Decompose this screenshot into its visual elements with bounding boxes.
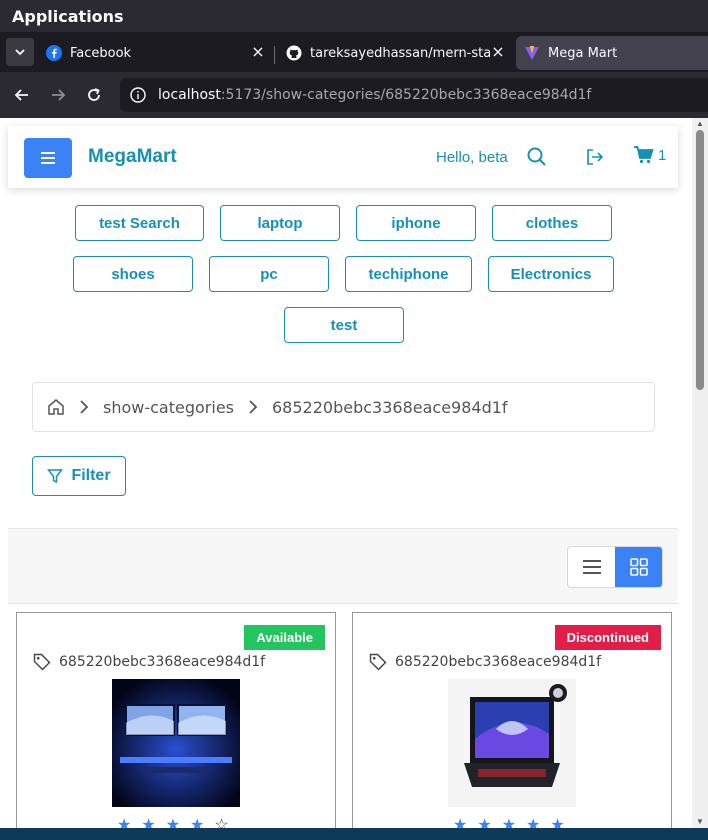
logout-icon[interactable]: [584, 146, 606, 168]
category-electronics[interactable]: Electronics: [488, 256, 614, 292]
filter-label: Filter: [71, 467, 111, 484]
category-techiphone[interactable]: techiphone: [345, 256, 472, 292]
product-category-id: 685220bebc3368eace984d1f: [59, 654, 266, 670]
star-filled-icon: ★: [117, 817, 132, 828]
view-toggle: [567, 546, 663, 588]
brand-logo[interactable]: MegaMart: [88, 146, 177, 168]
star-filled-icon: ★: [501, 817, 517, 828]
star-filled-icon: ★: [550, 817, 565, 828]
tab-strip: Facebook × tareksayedhassan/mern-sta × M…: [0, 32, 708, 72]
product-category-id: 685220bebc3368eace984d1f: [395, 654, 602, 670]
product-card[interactable]: Discontinued 685220bebc3368eace984d1f ★ ★…: [352, 612, 672, 828]
reload-button[interactable]: [81, 82, 107, 108]
tab-title: Facebook: [70, 45, 132, 61]
grid-view-button[interactable]: [615, 547, 662, 587]
scroll-up-arrow[interactable]: ▲: [696, 120, 704, 128]
tag-icon: [369, 653, 387, 671]
category-iphone[interactable]: iphone: [356, 205, 476, 241]
facebook-icon: [46, 45, 62, 61]
star-filled-icon: ★: [526, 817, 541, 828]
scrollbar[interactable]: ▲ ▼: [692, 118, 708, 828]
tab-mega-mart[interactable]: Mega Mart: [516, 36, 708, 70]
tab-list-button[interactable]: [6, 38, 34, 66]
product-category: 685220bebc3368eace984d1f: [33, 653, 265, 671]
category-test[interactable]: test: [284, 307, 404, 343]
url-bar[interactable]: localhost:5173/show-categories/685220beb…: [120, 78, 708, 112]
rating-stars: ★ ★ ★ ★ ★: [453, 815, 565, 828]
chevron-down-icon: [15, 49, 25, 56]
home-icon[interactable]: [47, 398, 65, 416]
chevron-right-icon: [249, 400, 258, 414]
breadcrumb-current: 685220bebc3368eace984d1f: [272, 397, 508, 417]
star-filled-icon: ★: [477, 817, 492, 828]
filter-button[interactable]: Filter: [32, 456, 126, 496]
breadcrumb: show-categories 685220bebc3368eace984d1f: [32, 382, 655, 432]
user-greeting: Hello, beta: [436, 149, 508, 166]
os-title-bar: Applications: [0, 0, 708, 32]
tab-facebook[interactable]: Facebook ×: [46, 36, 266, 70]
tab-title: tareksayedhassan/mern-sta: [310, 45, 490, 61]
product-image[interactable]: [448, 679, 576, 807]
forward-button[interactable]: [45, 82, 71, 108]
category-pc[interactable]: pc: [209, 256, 329, 292]
category-clothes[interactable]: clothes: [492, 205, 612, 241]
scrollbar-thumb[interactable]: [696, 130, 704, 390]
star-filled-icon: ★: [453, 817, 468, 828]
info-icon[interactable]: [130, 87, 146, 103]
os-title: Applications: [12, 7, 124, 26]
desktop-strip: [0, 828, 708, 840]
hamburger-icon: [41, 152, 55, 164]
rating-stars: ★ ★ ★ ★ ☆: [117, 815, 229, 828]
tab-separator: [274, 46, 275, 64]
page-viewport: MegaMart Hello, beta 1 test Search lapto…: [0, 118, 708, 828]
breadcrumb-segment[interactable]: show-categories: [103, 398, 234, 417]
menu-button[interactable]: [24, 138, 72, 178]
arrow-left-icon: [14, 89, 28, 101]
search-icon[interactable]: [526, 146, 548, 168]
chevron-right-icon: [80, 400, 89, 414]
reload-icon: [88, 88, 100, 101]
filter-icon: [47, 469, 64, 484]
cart-icon: [634, 146, 654, 164]
status-badge: Available: [244, 625, 325, 650]
star-filled-icon: ★: [190, 817, 205, 828]
navigation-toolbar: localhost:5173/show-categories/685220beb…: [0, 72, 708, 118]
category-test-search[interactable]: test Search: [75, 205, 204, 241]
close-icon[interactable]: ×: [490, 44, 506, 61]
github-icon: [286, 45, 302, 61]
cart-count: 1: [658, 146, 667, 164]
star-filled-icon: ★: [165, 817, 181, 828]
star-filled-icon: ★: [141, 817, 156, 828]
url-host: localhost: [158, 87, 221, 103]
cart-button[interactable]: 1: [634, 146, 666, 164]
product-card[interactable]: Available 685220bebc3368eace984d1f ★ ★ ★ ★ ☆: [16, 612, 336, 828]
back-button[interactable]: [9, 82, 35, 108]
scroll-down-arrow[interactable]: ▼: [696, 818, 704, 826]
product-category: 685220bebc3368eace984d1f: [369, 653, 601, 671]
star-empty-icon: ☆: [214, 817, 229, 828]
list-view-button[interactable]: [568, 547, 615, 587]
list-icon: [582, 560, 601, 574]
category-laptop[interactable]: laptop: [220, 205, 340, 241]
category-shoes[interactable]: shoes: [73, 256, 193, 292]
status-badge: Discontinued: [554, 625, 661, 650]
tab-github[interactable]: tareksayedhassan/mern-sta ×: [286, 36, 506, 70]
url-path: :5173/show-categories/685220bebc3368eace…: [220, 87, 592, 103]
grid-icon: [629, 558, 648, 576]
tab-title: Mega Mart: [548, 45, 618, 61]
product-toolbar: [8, 528, 678, 604]
site-header: MegaMart Hello, beta 1: [8, 126, 678, 188]
tag-icon: [33, 653, 51, 671]
close-icon[interactable]: ×: [250, 44, 266, 61]
vite-icon: [525, 46, 539, 60]
product-image[interactable]: [112, 679, 240, 807]
arrow-right-icon: [52, 89, 66, 101]
